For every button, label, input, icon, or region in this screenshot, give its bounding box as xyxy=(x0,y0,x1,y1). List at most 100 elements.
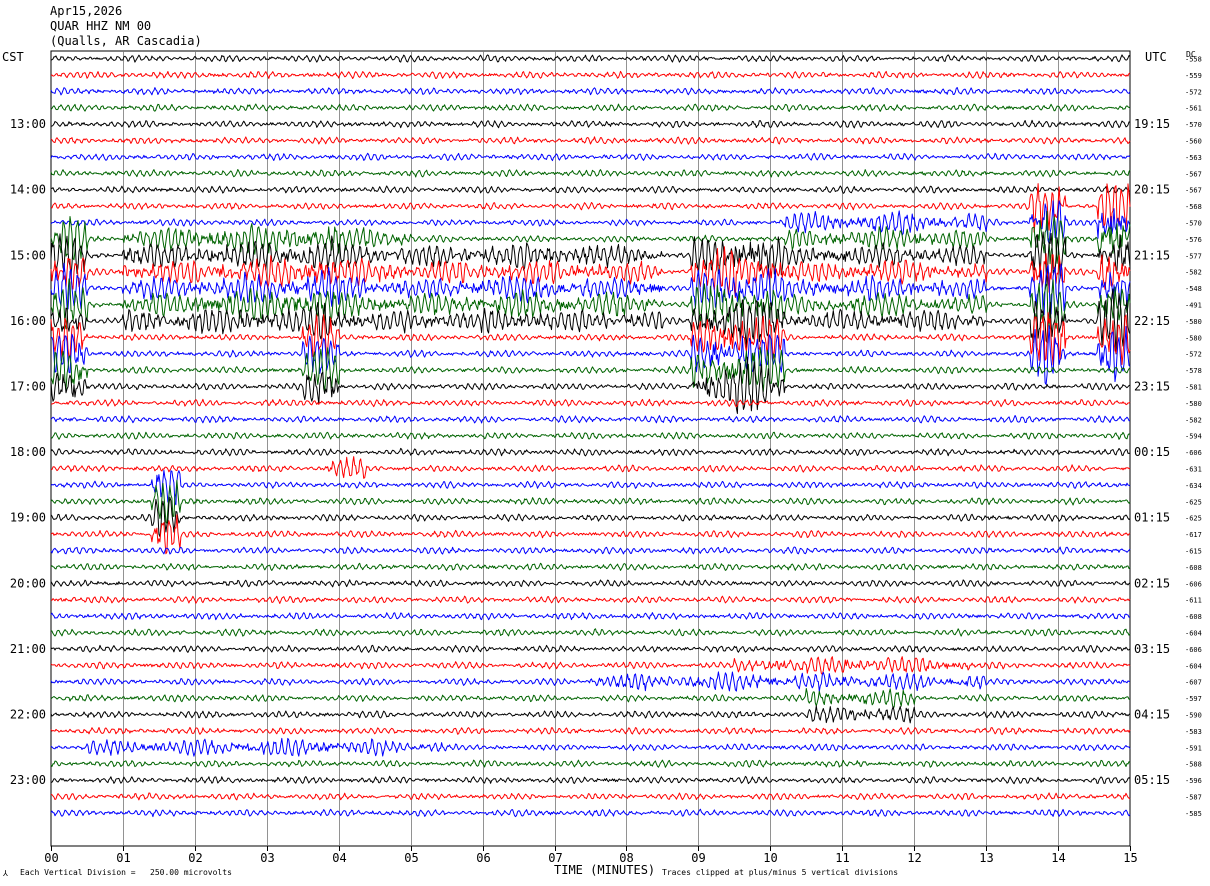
dc-offset-label: -606 xyxy=(1185,580,1202,588)
utc-time-label: 05:15 xyxy=(1134,773,1170,787)
trace-line xyxy=(50,431,1131,440)
trace-line xyxy=(50,612,1131,621)
dc-offset-label: -581 xyxy=(1185,384,1202,392)
dc-offset-label: -607 xyxy=(1185,679,1202,687)
trace-line xyxy=(50,726,1131,736)
scale-prefix: Each Vertical Division = xyxy=(20,868,136,877)
trace-line xyxy=(50,671,1130,692)
dc-offset-label: -634 xyxy=(1185,482,1202,490)
dc-offset-label: -594 xyxy=(1185,433,1202,441)
trace-line xyxy=(50,183,1131,235)
trace-line xyxy=(50,119,1131,129)
x-tick-label: 14 xyxy=(1051,851,1065,865)
dc-offset-label: -578 xyxy=(1185,367,1202,375)
dc-offset-label: -582 xyxy=(1185,416,1202,424)
plot-frame xyxy=(50,50,1131,847)
dc-offset-label: -590 xyxy=(1185,712,1202,720)
dc-offset-label: -582 xyxy=(1185,269,1202,277)
dc-offset-label: -558 xyxy=(1185,56,1202,64)
x-tick-label: 02 xyxy=(188,851,202,865)
trace-line xyxy=(50,152,1131,162)
utc-time-label: 23:15 xyxy=(1134,380,1170,394)
trace-line xyxy=(50,737,1131,757)
trace-line xyxy=(50,456,1131,479)
trace-line xyxy=(50,325,1131,385)
trace-line xyxy=(50,70,1131,79)
dc-offset-label: -608 xyxy=(1185,564,1202,572)
dc-offset-label: -625 xyxy=(1185,515,1202,523)
cst-time-label: 22:00 xyxy=(10,708,46,722)
trace-line xyxy=(50,705,1131,724)
utc-time-label: 00:15 xyxy=(1134,445,1170,459)
scale-value: 250.00 microvolts xyxy=(150,868,232,877)
cst-time-label: 18:00 xyxy=(10,445,46,459)
dc-offset-label: -606 xyxy=(1185,449,1202,457)
trace-line xyxy=(50,644,1131,653)
trace-line xyxy=(50,792,1131,801)
dc-offset-label: -568 xyxy=(1185,203,1202,211)
x-tick-label: 10 xyxy=(763,851,777,865)
cst-time-label: 19:00 xyxy=(10,511,46,525)
utc-time-label: 20:15 xyxy=(1134,183,1170,197)
dc-offset-label: -563 xyxy=(1185,154,1202,162)
trace-line xyxy=(50,656,1131,675)
x-tick-label: 06 xyxy=(476,851,490,865)
dc-offset-label: -561 xyxy=(1185,105,1202,113)
trace-line xyxy=(50,628,1131,637)
cst-time-label: 23:00 xyxy=(10,773,46,787)
dc-offset-label: -559 xyxy=(1185,72,1202,80)
dc-offset-label: -491 xyxy=(1185,302,1202,310)
trace-line xyxy=(50,136,1131,145)
x-tick-label: 13 xyxy=(979,851,993,865)
trace-line xyxy=(50,579,1131,588)
cst-time-label: 21:00 xyxy=(10,642,46,656)
dc-offset-label: -570 xyxy=(1185,121,1202,129)
dc-offset-label: -588 xyxy=(1185,761,1202,769)
dc-offset-label: -631 xyxy=(1185,466,1202,474)
dc-offset-label: -608 xyxy=(1185,613,1202,621)
cst-time-label: 13:00 xyxy=(10,117,46,131)
x-axis-title: TIME (MINUTES) xyxy=(554,863,656,877)
dc-offset-label: -604 xyxy=(1185,662,1202,670)
cst-time-label: 20:00 xyxy=(10,576,46,590)
scale-icon: ⅄ xyxy=(3,869,8,878)
utc-time-label: 19:15 xyxy=(1134,117,1170,131)
trace-line xyxy=(50,415,1131,424)
trace-line xyxy=(50,808,1131,818)
trace-line xyxy=(50,447,1131,457)
dc-offset-label: -572 xyxy=(1185,351,1202,359)
x-tick-label: 05 xyxy=(404,851,418,865)
dc-offset-label: -591 xyxy=(1185,744,1202,752)
x-tick-label: 11 xyxy=(835,851,849,865)
dc-offset-label: -580 xyxy=(1185,318,1202,326)
dc-offset-label: -625 xyxy=(1185,498,1202,506)
trace-line xyxy=(50,169,1131,178)
trace-line xyxy=(50,398,1131,408)
helicorder-chart: -558 -559 -572 -561 -570 -560 -563 -567 -567 -568… xyxy=(10,50,1202,865)
trace-line xyxy=(50,595,1131,604)
trace-line xyxy=(50,759,1131,768)
trace-line xyxy=(50,87,1131,96)
dc-offset-label: -580 xyxy=(1185,400,1202,408)
utc-time-label: 01:15 xyxy=(1134,511,1170,525)
utc-time-label: 22:15 xyxy=(1134,314,1170,328)
dc-offset-label: -577 xyxy=(1185,252,1202,260)
cst-time-label: 16:00 xyxy=(10,314,46,328)
utc-time-label: 02:15 xyxy=(1134,576,1170,590)
dc-offset-label: -615 xyxy=(1185,548,1202,556)
trace-line xyxy=(50,185,1131,194)
dc-offset-label: -583 xyxy=(1185,728,1202,736)
cst-time-label: 15:00 xyxy=(10,248,46,262)
x-tick-label: 04 xyxy=(332,851,346,865)
cst-time-label: 14:00 xyxy=(10,183,46,197)
dc-offset-label: -617 xyxy=(1185,531,1202,539)
dc-offset-label: -585 xyxy=(1185,810,1202,818)
dc-offset-label: -597 xyxy=(1185,695,1202,703)
utc-time-label: 03:15 xyxy=(1134,642,1170,656)
trace-line xyxy=(50,469,1131,506)
dc-offset-label: -570 xyxy=(1185,220,1202,228)
x-tick-label: 00 xyxy=(44,851,58,865)
trace-line xyxy=(50,688,1131,710)
dc-offset-label: -548 xyxy=(1185,285,1202,293)
dc-offset-label: -596 xyxy=(1185,777,1202,785)
